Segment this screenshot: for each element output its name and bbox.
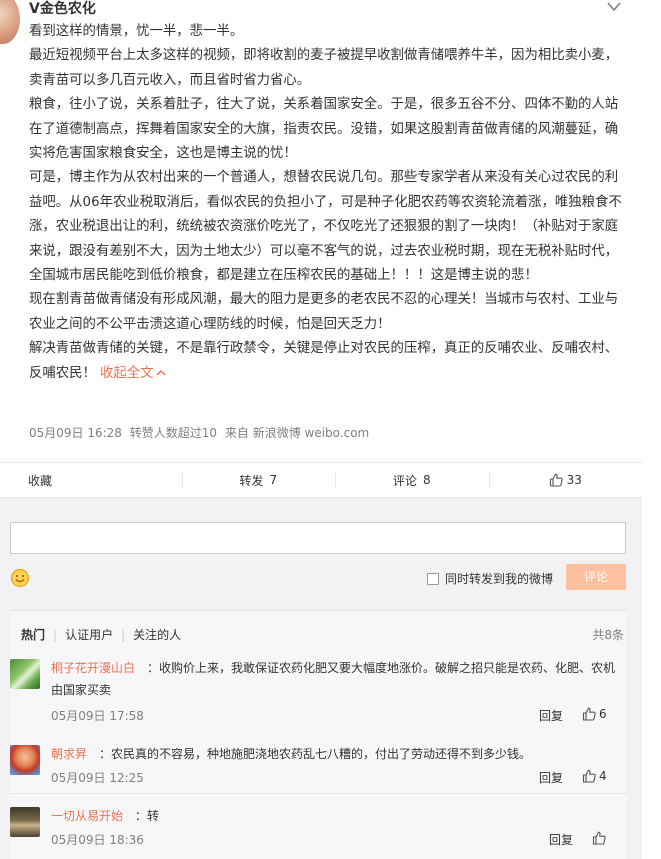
reply-button[interactable]: 回复 [549, 831, 573, 848]
post-text: 看到这样的情景，忧一半，悲一半。 最近短视频平台上太多这样的视频，即将收割的麦子… [29, 20, 629, 386]
comment-text: 一切从易开始 ：转 [51, 809, 160, 823]
post-paragraph: 可是，博主作为从农村出来的一个普通人，想替农民说几句。那些专家学者从来没有关心过… [29, 170, 622, 284]
comment-time: 05月09日 17:58 [51, 709, 144, 723]
tab-verified-users[interactable]: 认证用户 [65, 626, 113, 643]
post-date[interactable]: 05月09日 16:28 [29, 426, 122, 440]
comment-total: 共8条 [592, 628, 624, 642]
checkbox[interactable] [427, 572, 439, 585]
comment-text: 桐子花开漫山白 ：收购价上来，我敢保证农药化肥又要大幅度地涨价。破解之招只能是农药… [51, 661, 616, 697]
tab-hot[interactable]: 热门 [21, 626, 45, 643]
tab-following[interactable]: 关注的人 [133, 626, 181, 643]
chevron-down-icon[interactable] [604, 0, 624, 14]
comment-list: 热门 | 认证用户 | 关注的人 共8条 桐子花开漫山白 ：收购价上来，我敢保证农… [10, 610, 627, 859]
avatar[interactable] [0, 0, 20, 44]
thumbs-up-icon [549, 473, 563, 487]
comment-like-button[interactable]: 6 [582, 707, 607, 721]
like-button[interactable]: 33 [488, 463, 643, 497]
thumbs-up-icon [582, 707, 596, 721]
action-bar: 收藏 转发 7 评论 8 33 [0, 462, 642, 498]
comment-time: 05月09日 12:25 [51, 771, 144, 785]
comment-username[interactable]: 桐子花开漫山白 [51, 661, 135, 675]
comment-like-button[interactable] [592, 831, 609, 845]
reply-button[interactable]: 回复 [539, 769, 563, 786]
comment-area: 同时转发到我的微博 评论 热门 | 认证用户 | 关注的人 共8条 桐子花开漫山… [0, 498, 642, 859]
repost-count-note: 转赞人数超过10 [129, 426, 218, 440]
comment-input[interactable] [10, 522, 626, 554]
comment-username[interactable]: 朝求昇 [51, 747, 87, 761]
comment-like-button[interactable]: 4 [582, 769, 607, 783]
post-paragraph: 最近短视频平台上太多这样的视频，即将收割的麦子被提早收割做青储喂养牛羊，因为相比… [29, 48, 619, 88]
post-paragraph: 解决青苗做青储的关键，不是靠行政禁令，关键是停止对农民的压榨，真正的反哺农业、反… [29, 337, 629, 386]
emoji-icon[interactable] [10, 568, 30, 588]
post-source[interactable]: 来自 新浪微博 weibo.com [225, 426, 369, 440]
post-username[interactable]: V金色农化 [29, 0, 96, 18]
divider [10, 793, 627, 794]
comment-tabs: 热门 | 认证用户 | 关注的人 [21, 626, 182, 643]
avatar[interactable] [10, 745, 40, 775]
post-paragraph: 粮食，往小了说，关系着肚子，往大了说，关系着国家安全。于是，很多五谷不分、四体不… [29, 97, 619, 162]
comment-text: 朝求昇 ：农民真的不容易，种地施肥浇地农药乱七八糟的，付出了劳动还得不到多少钱。 [51, 747, 532, 761]
reply-button[interactable]: 回复 [539, 707, 563, 724]
collapse-link[interactable]: 收起全文 [100, 366, 166, 381]
repost-button[interactable]: 转发 7 [181, 463, 336, 497]
thumbs-up-icon [592, 831, 606, 845]
avatar[interactable] [10, 659, 40, 689]
post-paragraph: 现在割青苗做青储没有形成风潮，最大的阻力是更多的老农民不忍的心理关！当城市与农村… [29, 292, 619, 332]
forward-checkbox[interactable]: 同时转发到我的微博 [427, 570, 553, 587]
thumbs-up-icon [582, 769, 596, 783]
comment-button[interactable]: 评论 8 [335, 463, 489, 497]
favorite-button[interactable]: 收藏 [0, 463, 182, 497]
chevron-up-icon [156, 369, 166, 376]
submit-comment-button[interactable]: 评论 [566, 564, 626, 590]
post-meta: 05月09日 16:28 转赞人数超过10 来自 新浪微博 weibo.com [29, 424, 373, 441]
post-paragraph: 看到这样的情景，忧一半，悲一半。 [29, 24, 244, 39]
avatar[interactable] [10, 807, 40, 837]
comment-username[interactable]: 一切从易开始 [51, 809, 123, 823]
comment-time: 05月09日 18:36 [51, 833, 144, 847]
